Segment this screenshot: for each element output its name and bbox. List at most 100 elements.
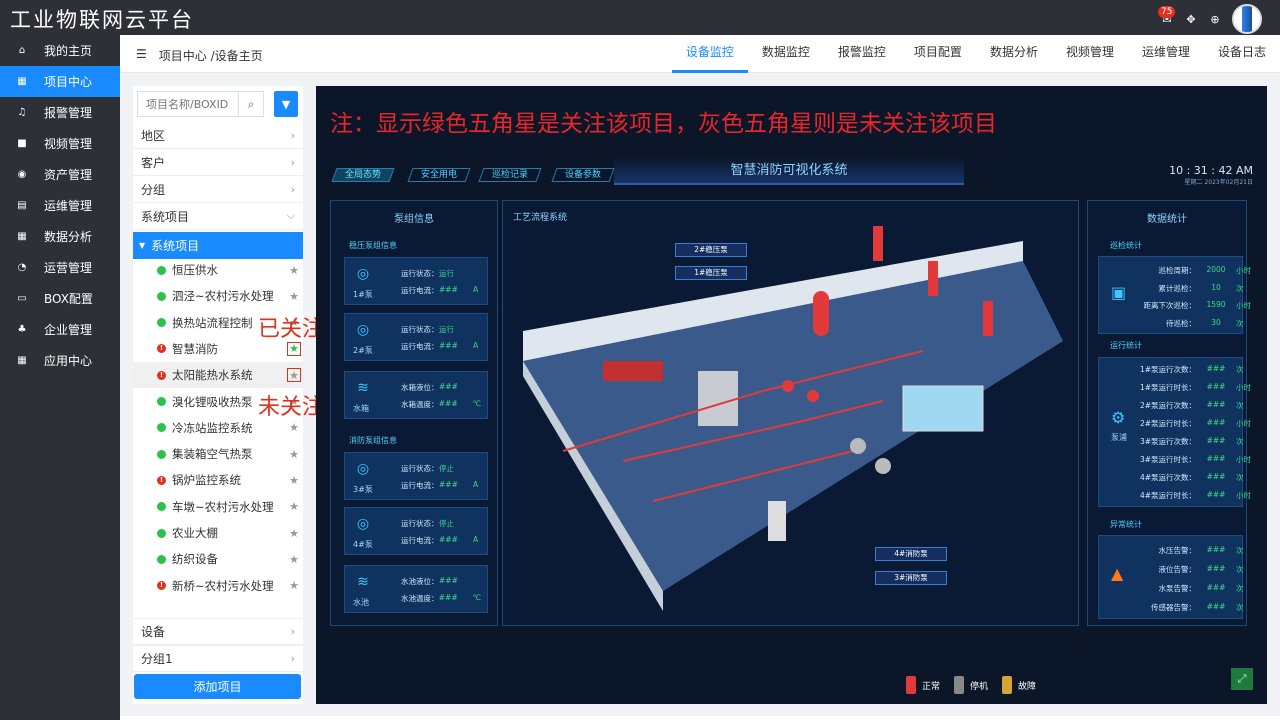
filter-group[interactable]: 客户 › bbox=[133, 149, 303, 176]
inspect-heading: 巡检统计 bbox=[1110, 241, 1142, 250]
sidebar-item[interactable]: ◔ 运营管理 bbox=[0, 252, 120, 283]
sidebar-item[interactable]: ▦ 项目中心 bbox=[0, 66, 120, 97]
stat-row: 累计巡检： 10 次 bbox=[1136, 283, 1256, 294]
avatar[interactable] bbox=[1232, 4, 1262, 34]
star-icon[interactable]: ★ bbox=[289, 579, 299, 592]
tag-stable-pump-1: 1#稳压泵 bbox=[675, 266, 747, 280]
chevron-down-icon: ⌵ bbox=[286, 209, 295, 222]
card-row: 运行状态： 运行 bbox=[401, 268, 481, 279]
sidebar-item-label: 资产管理 bbox=[44, 168, 93, 182]
add-project-button[interactable]: 添加项目 bbox=[134, 674, 301, 699]
sidebar-item[interactable]: ▦ 数据分析 bbox=[0, 221, 120, 252]
pump-info-title: 泵组信息 bbox=[394, 214, 434, 225]
globe-icon[interactable]: ⊕ bbox=[1208, 12, 1222, 26]
search-icon[interactable]: ⌕ bbox=[238, 92, 263, 116]
star-icon[interactable]: ★ bbox=[289, 527, 299, 540]
dashboard-nav-button[interactable]: 设备参数 bbox=[551, 168, 615, 182]
row-value: 运行 bbox=[439, 325, 454, 334]
pump-card: ◎ 3#泵 运行状态： 停止 运行电流： ### A bbox=[344, 452, 488, 500]
project-item[interactable]: 集装箱空气热泵 ★ bbox=[133, 441, 303, 467]
sidebar-item[interactable]: ▦ 应用中心 bbox=[0, 345, 120, 376]
stable-pump-1 bbox=[782, 380, 794, 392]
header-tab[interactable]: 数据监控 bbox=[748, 35, 824, 73]
filter-group[interactable]: 地区 › bbox=[133, 122, 303, 149]
stat-row: 传感器告警： ### 次 bbox=[1136, 602, 1256, 613]
sidebar-item[interactable]: ◉ 资产管理 bbox=[0, 159, 120, 190]
data-stats-title: 数据统计 bbox=[1147, 214, 1187, 225]
header-tab[interactable]: 数据分析 bbox=[976, 35, 1052, 73]
star-icon[interactable]: ★ bbox=[289, 553, 299, 566]
dashboard-nav-button[interactable]: 全局态势 bbox=[331, 168, 395, 182]
project-item[interactable]: ! 锅炉监控系统 ★ bbox=[133, 467, 303, 493]
filter-group[interactable]: 分组1 › bbox=[133, 645, 303, 672]
dashboard-nav-button[interactable]: 巡检记录 bbox=[478, 168, 542, 182]
sidebar-item[interactable]: ♣ 企业管理 bbox=[0, 314, 120, 345]
card-row: 运行电流： ### A bbox=[401, 285, 481, 296]
sidebar-item[interactable]: ▤ 运维管理 bbox=[0, 190, 120, 221]
stat-row: 4#泵运行次数： ### 次 bbox=[1136, 472, 1256, 483]
project-name: 恒压供水 bbox=[172, 263, 218, 277]
bell-icon: ♫ bbox=[17, 107, 27, 118]
sidebar-item[interactable]: ⌂ 我的主页 bbox=[0, 35, 120, 66]
row-value: ### bbox=[438, 399, 458, 408]
group-label: 系统项目 bbox=[141, 209, 190, 224]
project-item[interactable]: 纺织设备 ★ bbox=[133, 546, 303, 572]
project-item[interactable]: 农业大棚 ★ bbox=[133, 520, 303, 546]
pump-info-pane: 泵组信息 稳压泵组信息 消防泵组信息 ◎ 1#泵 运行状态： 运行 运行电流： ### A ◎… bbox=[330, 200, 498, 626]
stat-row: 1#泵运行次数： ### 次 bbox=[1136, 364, 1256, 375]
dashboard-fullscreen-icon[interactable]: ⤢ bbox=[1231, 668, 1253, 690]
chevron-right-icon: › bbox=[290, 625, 295, 638]
header-tab[interactable]: 设备监控 bbox=[671, 35, 748, 73]
star-icon[interactable]: ★ bbox=[289, 290, 299, 303]
header-tab[interactable]: 报警监控 bbox=[824, 35, 900, 73]
fullscreen-icon[interactable]: ✥ bbox=[1184, 12, 1198, 26]
stat-label: 2#泵运行次数： bbox=[1139, 401, 1196, 410]
search-input[interactable] bbox=[138, 92, 238, 116]
control-box bbox=[768, 501, 786, 541]
star-icon[interactable]: ★ bbox=[289, 500, 299, 513]
row-label: 运行电流： bbox=[401, 286, 439, 295]
header-tab[interactable]: 设备日志 bbox=[1204, 35, 1280, 73]
tag-fire-pump-4: 4#消防泵 bbox=[875, 547, 947, 561]
mail-icon[interactable]: ✉ 75 bbox=[1158, 6, 1176, 26]
dashboard-nav-button[interactable]: 安全用电 bbox=[407, 168, 471, 182]
project-item[interactable]: 车墩~农村污水处理 ★ bbox=[133, 494, 303, 520]
star-icon[interactable]: ★ bbox=[287, 368, 301, 383]
star-icon[interactable]: ★ bbox=[289, 421, 299, 434]
legend-item: 正常 bbox=[906, 676, 940, 694]
clock: 10 : 31 : 42 AM 星期二 2023年02月21日 bbox=[1169, 164, 1253, 186]
project-item[interactable]: ! 太阳能热水系统 ★ bbox=[133, 362, 303, 389]
org-icon: ♣ bbox=[17, 324, 27, 335]
project-item[interactable]: 恒压供水 ★ bbox=[133, 257, 303, 283]
grid-icon: ▦ bbox=[17, 231, 27, 242]
header-tab[interactable]: 项目配置 bbox=[900, 35, 976, 73]
sidebar-item[interactable]: ■ 视频管理 bbox=[0, 128, 120, 159]
sidebar-item-label: 项目中心 bbox=[44, 75, 93, 89]
system-project-group[interactable]: ▼ 系统项目 bbox=[133, 232, 303, 259]
nav-label: 巡检记录 bbox=[492, 170, 529, 180]
star-icon[interactable]: ★ bbox=[289, 474, 299, 487]
filter-group[interactable]: 设备 › bbox=[133, 618, 303, 645]
sidebar-item[interactable]: ▭ BOX配置 bbox=[0, 283, 120, 314]
header-tab[interactable]: 运维管理 bbox=[1128, 35, 1204, 73]
nav-label: 设备参数 bbox=[565, 170, 602, 180]
stat-label: 液位告警： bbox=[1158, 565, 1197, 574]
sidebar-item-label: 运营管理 bbox=[44, 261, 93, 275]
dashboard-title: 智慧消防可视化系统 bbox=[614, 157, 964, 185]
filter-button[interactable]: ▼ bbox=[274, 91, 298, 117]
sidebar-item[interactable]: ♫ 报警管理 bbox=[0, 97, 120, 128]
star-icon[interactable]: ★ bbox=[287, 341, 301, 356]
header-tab[interactable]: 视频管理 bbox=[1052, 35, 1128, 73]
chevron-right-icon: › bbox=[290, 128, 295, 142]
star-icon[interactable]: ★ bbox=[289, 448, 299, 461]
star-icon[interactable]: ★ bbox=[289, 264, 299, 277]
pump-legend-icon bbox=[954, 676, 965, 694]
menu-toggle-icon[interactable]: ☰ bbox=[136, 47, 147, 64]
status-alert-icon: ! bbox=[157, 344, 166, 354]
filter-group[interactable]: 分组 › bbox=[133, 176, 303, 203]
filter-group[interactable]: 系统项目 ⌵ bbox=[133, 203, 303, 230]
project-item[interactable]: 泗泾~农村污水处理 ★ bbox=[133, 283, 303, 309]
stat-value: 1590 bbox=[1206, 300, 1226, 309]
stat-row: 巡检周期： 2000 小时 bbox=[1136, 265, 1256, 276]
project-item[interactable]: ! 新桥~农村污水处理 ★ bbox=[133, 573, 303, 599]
